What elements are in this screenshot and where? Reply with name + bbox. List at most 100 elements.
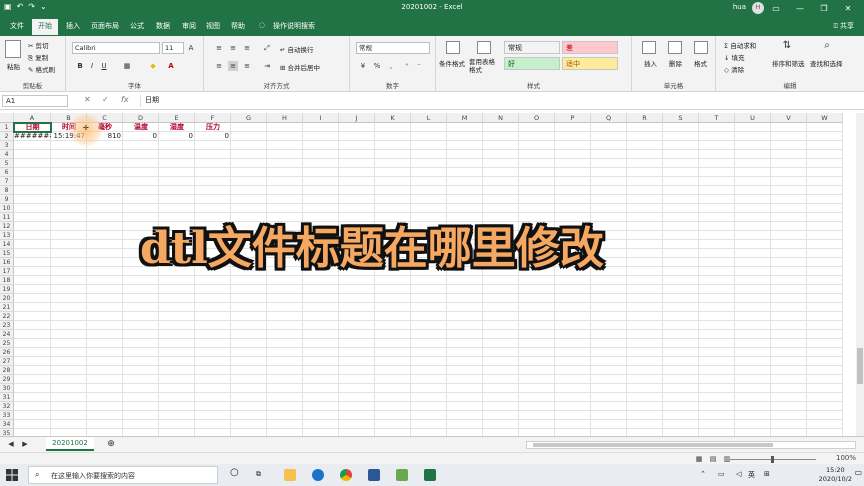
tab-insert[interactable]: 插入 <box>66 21 80 31</box>
row-header-25[interactable]: 25 <box>0 339 14 348</box>
bold-button[interactable]: B <box>75 61 85 71</box>
zoom-slider-knob[interactable] <box>771 456 774 463</box>
style-normal[interactable]: 常规 <box>504 41 560 54</box>
column-header-s[interactable]: S <box>663 113 699 123</box>
network-icon[interactable]: ▭ <box>718 470 725 478</box>
normal-view-icon[interactable]: ▦ <box>694 454 704 464</box>
volume-icon[interactable]: ◁ <box>736 470 741 478</box>
windows-start-icon[interactable] <box>6 469 18 481</box>
sort-filter-icon[interactable]: ⇅ <box>782 41 792 51</box>
data-cell[interactable]: 0 <box>159 131 195 141</box>
column-header-w[interactable]: W <box>807 113 843 123</box>
column-header-r[interactable]: R <box>627 113 663 123</box>
number-format-select[interactable]: 常规 <box>356 42 430 54</box>
column-header-j[interactable]: J <box>339 113 375 123</box>
row-header-18[interactable]: 18 <box>0 276 14 285</box>
row-header-22[interactable]: 22 <box>0 312 14 321</box>
row-header-33[interactable]: 33 <box>0 411 14 420</box>
align-left-icon[interactable]: ≡ <box>214 61 224 71</box>
insert-cells-icon[interactable] <box>642 41 656 54</box>
conditional-format-button[interactable]: 条件格式 <box>439 58 465 68</box>
italic-button[interactable]: I <box>87 61 97 71</box>
row-header-35[interactable]: 35 <box>0 429 14 436</box>
merge-center-button[interactable]: ⊞ 合并后居中 <box>280 62 320 72</box>
tab-formulas[interactable]: 公式 <box>130 21 144 31</box>
row-header-6[interactable]: 6 <box>0 168 14 177</box>
find-select-button[interactable]: 查找和选择 <box>810 58 843 68</box>
comma-icon[interactable]: , <box>386 61 396 71</box>
data-cell[interactable]: 0 <box>123 131 159 141</box>
ribbon-display-icon[interactable]: ▭ <box>764 1 788 16</box>
format-button[interactable]: 格式 <box>694 58 707 68</box>
underline-button[interactable]: U <box>99 61 109 71</box>
row-header-8[interactable]: 8 <box>0 186 14 195</box>
data-cell[interactable]: 0 <box>195 131 231 141</box>
row-header-9[interactable]: 9 <box>0 195 14 204</box>
style-neutral[interactable]: 适中 <box>562 57 618 70</box>
row-header-34[interactable]: 34 <box>0 420 14 429</box>
sheet-next-icon[interactable]: ▶ <box>20 439 30 449</box>
sheet-prev-icon[interactable]: ◀ <box>6 439 16 449</box>
notepad-icon[interactable] <box>396 469 408 481</box>
table-format-icon[interactable] <box>477 41 491 54</box>
column-header-p[interactable]: P <box>555 113 591 123</box>
row-header-30[interactable]: 30 <box>0 384 14 393</box>
cancel-icon[interactable]: ✕ <box>84 95 91 104</box>
taskbar-search[interactable]: ⌕ 在这里输入你要搜索的内容 <box>28 466 218 484</box>
tab-home[interactable]: 开始 <box>32 19 58 35</box>
row-header-32[interactable]: 32 <box>0 402 14 411</box>
vertical-scrollbar[interactable] <box>856 113 864 436</box>
conditional-format-icon[interactable] <box>446 41 460 54</box>
wrap-text-button[interactable]: ↵ 自动换行 <box>280 44 314 54</box>
autosum-button[interactable]: Σ 自动求和 <box>724 40 756 50</box>
app-icon[interactable] <box>368 469 380 481</box>
delete-cells-icon[interactable] <box>668 41 682 54</box>
fill-button[interactable]: ↓ 填充 <box>724 52 745 62</box>
tab-page-layout[interactable]: 页面布局 <box>91 21 119 31</box>
row-header-19[interactable]: 19 <box>0 285 14 294</box>
user-name[interactable]: hua <box>733 3 746 11</box>
avatar[interactable]: H <box>752 2 764 14</box>
task-view-icon[interactable]: ⧉ <box>256 470 261 479</box>
ime-indicator[interactable]: 英 <box>748 470 755 480</box>
name-box[interactable]: A1 <box>2 95 68 107</box>
enter-icon[interactable]: ✓ <box>102 95 109 104</box>
column-header-u[interactable]: U <box>735 113 771 123</box>
tell-me-search[interactable]: 操作说明搜索 <box>273 21 315 31</box>
tab-file[interactable]: 文件 <box>10 21 24 31</box>
column-header-m[interactable]: M <box>447 113 483 123</box>
table-format-button[interactable]: 套用表格格式 <box>469 58 499 74</box>
clear-button[interactable]: ◇ 清除 <box>724 64 744 74</box>
clock[interactable]: 15:20 2020/10/2 <box>819 466 852 484</box>
paste-button[interactable]: 粘贴 <box>7 61 20 71</box>
row-header-13[interactable]: 13 <box>0 231 14 240</box>
fill-color-icon[interactable]: ◆ <box>148 61 158 71</box>
align-center-icon[interactable]: ≡ <box>228 61 238 71</box>
row-header-17[interactable]: 17 <box>0 267 14 276</box>
align-middle-icon[interactable]: ≡ <box>228 43 238 53</box>
row-header-23[interactable]: 23 <box>0 321 14 330</box>
column-header-t[interactable]: T <box>699 113 735 123</box>
row-header-24[interactable]: 24 <box>0 330 14 339</box>
sheet-tab-20201002[interactable]: 20201002 <box>46 437 94 451</box>
input-mode-icon[interactable]: ⊞ <box>764 470 770 478</box>
chrome-icon[interactable] <box>340 469 352 481</box>
search-icon[interactable]: ⌕ <box>822 41 832 51</box>
restore-icon[interactable]: ❐ <box>812 1 836 16</box>
column-header-q[interactable]: Q <box>591 113 627 123</box>
decrease-decimal-icon[interactable]: ⁻ <box>414 61 424 71</box>
row-header-5[interactable]: 5 <box>0 159 14 168</box>
paste-icon[interactable] <box>5 40 21 58</box>
currency-icon[interactable]: ¥ <box>358 61 368 71</box>
row-header-20[interactable]: 20 <box>0 294 14 303</box>
people-icon[interactable]: ⌃ <box>700 470 706 478</box>
row-header-10[interactable]: 10 <box>0 204 14 213</box>
column-header-n[interactable]: N <box>483 113 519 123</box>
column-header-k[interactable]: K <box>375 113 411 123</box>
close-icon[interactable]: ✕ <box>836 1 860 16</box>
borders-icon[interactable]: ▦ <box>122 61 132 71</box>
tab-help[interactable]: 帮助 <box>231 21 245 31</box>
excel-taskbar-icon[interactable] <box>424 469 436 481</box>
tab-data[interactable]: 数据 <box>156 21 170 31</box>
page-layout-view-icon[interactable]: ▤ <box>708 454 718 464</box>
